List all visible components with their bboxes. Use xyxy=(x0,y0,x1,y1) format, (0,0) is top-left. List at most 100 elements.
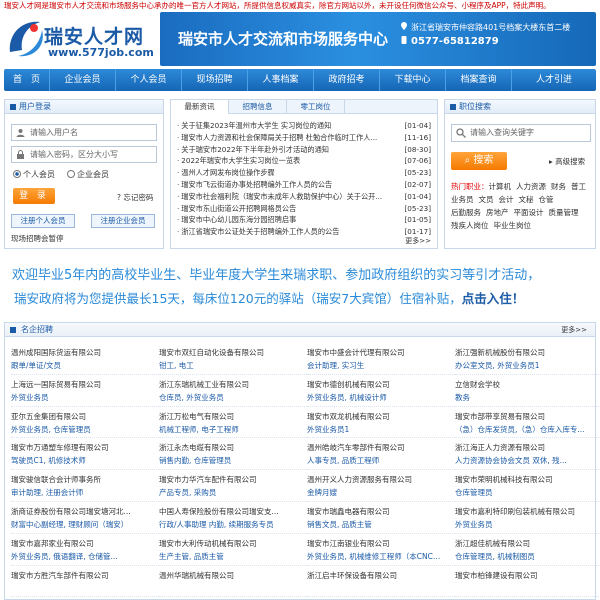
nav-download[interactable]: 下载中心 xyxy=(380,69,446,91)
graduate-promo-banner[interactable]: 欢迎毕业5年内的高校毕业生、毕业年度大学生来瑞求职、参加政府组织的实习等引才活动… xyxy=(4,256,596,316)
company-name[interactable]: 瑞安市大利传动机械有限公司 xyxy=(159,538,295,549)
company-name[interactable]: 瑞安骏信联合会计师事务所 xyxy=(11,474,147,485)
company-jobs[interactable]: 教务 xyxy=(455,392,591,403)
news-title[interactable]: 瑞安市社会福利院（瑞安市未成年人救助保护中心）关于公开... xyxy=(177,191,382,203)
company-name[interactable]: 浙江海正人力资源有限公司 xyxy=(455,442,591,453)
hot-job[interactable]: 质量管理 xyxy=(549,206,579,219)
password-input[interactable]: 请输入密码，区分大小写 xyxy=(11,146,157,163)
radio-company[interactable]: 企业会员 xyxy=(67,169,109,180)
site-logo[interactable]: 瑞安人才网 www.577job.com xyxy=(4,14,154,66)
company-jobs[interactable]: 财富中心副经理, 理财顾问（瑞安） xyxy=(11,519,147,530)
hot-job[interactable]: 后勤服务 xyxy=(451,206,481,219)
hot-job[interactable]: 平面设计 xyxy=(514,206,544,219)
company-name[interactable]: 浙商证券股份有限公司瑞安塘河北... xyxy=(11,506,147,517)
company-jobs[interactable]: 人事专员, 品质工程师 xyxy=(307,455,443,466)
company-name[interactable]: 浙江强新机械股份有限公司 xyxy=(455,347,591,358)
hot-job[interactable]: 文秘 xyxy=(519,193,534,206)
register-personal-button[interactable]: 注册个人会员 xyxy=(11,214,75,228)
news-item[interactable]: 浙江省瑞安市公证处关于招聘编外工作人员的公告[01-17] xyxy=(177,226,431,238)
company-jobs[interactable]: 销售文员, 品质主管 xyxy=(307,519,443,530)
company-name[interactable]: 瑞安市力华汽车配件有限公司 xyxy=(159,474,295,485)
forgot-password-link[interactable]: ? 忘记密码 xyxy=(117,192,153,203)
nav-talent-intro[interactable]: 人才引进 xyxy=(512,69,596,91)
company-item[interactable]: 温州皓岐汽车零部件有限公司 人事专员, 品质工程师 xyxy=(307,438,455,471)
news-item[interactable]: 瑞安市中心幼儿园东海分园招聘启事 [01-05] xyxy=(177,214,431,226)
hot-job[interactable]: 仓管 xyxy=(539,193,554,206)
login-button[interactable]: 登 录 xyxy=(13,188,55,204)
company-jobs[interactable]: 金牌月嫂 xyxy=(307,487,443,498)
hot-job[interactable]: 文员 xyxy=(479,193,494,206)
company-jobs[interactable]: 审计助理, 注册会计师 xyxy=(11,487,147,498)
promo-checkin-link[interactable]: 点击入住！ xyxy=(462,291,525,306)
news-item[interactable]: 温州人才网发布岗位操作步骤 [05-23] xyxy=(177,167,431,179)
company-item[interactable]: 瑞安市柏锋建设有限公司 xyxy=(455,566,600,598)
company-jobs[interactable]: 外贸业务员, 俄语翻译, 仓储管... xyxy=(11,551,147,562)
nav-archive-query[interactable]: 档案查询 xyxy=(446,69,512,91)
company-name[interactable]: 浙江永杰电缆有限公司 xyxy=(159,442,295,453)
company-name[interactable]: 温州皓岐汽车零部件有限公司 xyxy=(307,442,443,453)
register-company-button[interactable]: 注册企业会员 xyxy=(91,214,155,228)
radio-personal[interactable]: 个人会员 xyxy=(13,169,55,180)
hot-job[interactable]: 财务 xyxy=(551,180,566,193)
company-name[interactable]: 瑞安市江南银业有限公司 xyxy=(307,538,443,549)
keyword-search-input[interactable]: 请输入查询关键字 xyxy=(451,124,591,142)
news-title[interactable]: 瑞安市中心幼儿园东海分园招聘启事 xyxy=(177,214,296,226)
company-item[interactable]: 瑞安骏信联合会计师事务所 审计助理, 注册会计师 xyxy=(11,470,159,502)
company-jobs[interactable]: 产品专员, 采购员 xyxy=(159,487,295,498)
company-name[interactable]: 瑞安市双红自动化设备有限公司 xyxy=(159,347,295,358)
news-title[interactable]: 瑞安市人力资源和社会保障局关于招聘 杜勉合作临时工作人... xyxy=(177,132,377,144)
news-item[interactable]: 关于瑞安市2022年下半年赴外引才活动的通知 [08-30] xyxy=(177,144,431,156)
hot-job[interactable]: 毕业生岗位 xyxy=(494,219,532,232)
hot-job[interactable]: 房地产 xyxy=(486,206,509,219)
famous-more-link[interactable]: 更多>> xyxy=(561,323,587,337)
company-jobs[interactable]: 仓库管理员, 机械制图员 xyxy=(455,551,591,562)
company-jobs[interactable]: 外贸业务员, 机械设计师 xyxy=(307,392,443,403)
nav-personal-member[interactable]: 个人会员 xyxy=(116,69,182,91)
company-item[interactable]: 瑞安市嘉邦家业有限公司 外贸业务员, 俄语翻译, 仓储管... xyxy=(11,534,159,566)
nav-personnel-archive[interactable]: 人事档案 xyxy=(248,69,314,91)
company-name[interactable]: 瑞安市万通塑车修理有限公司 xyxy=(11,442,147,453)
hot-job[interactable]: 人力资源 xyxy=(516,180,546,193)
company-item[interactable]: 浙江东瑞机械工业有限公司 仓库员, 外贸业务员 xyxy=(159,375,307,407)
news-title[interactable]: 瑞安市东山街道公开招聘网格员公告 xyxy=(177,203,296,215)
company-name[interactable]: 瑞安市嘉利特印刷包装机械有限公司 xyxy=(455,506,591,517)
company-item[interactable]: 瑞安市力华汽车配件有限公司 产品专员, 采购员 xyxy=(159,470,307,502)
nav-home[interactable]: 首 页 xyxy=(4,69,50,91)
company-jobs[interactable]: 行政/人事助理 内勤, 续期服务专员 xyxy=(159,519,295,530)
company-item[interactable]: 瑞安市荣明机械科技有限公司 仓库管理员 xyxy=(455,470,600,502)
search-button[interactable]: ⌕ 搜索 xyxy=(451,152,507,170)
company-jobs[interactable]: 会计助理, 实习生 xyxy=(307,360,443,371)
company-item[interactable]: 瑞安市双红自动化设备有限公司 钳工, 电工 xyxy=(159,343,307,375)
news-more-link[interactable]: 更多>> xyxy=(405,236,431,246)
company-item[interactable]: 浙江永杰电缆有限公司 销售内勤, 仓库管理员 xyxy=(159,438,307,471)
company-name[interactable]: 浙江东瑞机械工业有限公司 xyxy=(159,379,295,390)
company-name[interactable]: 瑞安市嘉邦家业有限公司 xyxy=(11,538,147,549)
company-item[interactable]: 温州开义人力资源服务有限公司 金牌月嫂 xyxy=(307,470,455,502)
company-name[interactable]: 浙江万松电气有限公司 xyxy=(159,411,295,422)
company-item[interactable]: 立信财会学校 教务 xyxy=(455,375,600,407)
company-jobs[interactable]: 外贸业务员1 xyxy=(307,424,443,435)
company-item[interactable]: 瑞安市瑞鑫电器有限公司 销售文员, 品质主管 xyxy=(307,502,455,534)
nav-gov-exam[interactable]: 政府招考 xyxy=(314,69,380,91)
company-item[interactable]: 浙商证券股份有限公司瑞安塘河北... 财富中心副经理, 理财顾问（瑞安） xyxy=(11,502,159,534)
hot-job[interactable]: 残疾人岗位 xyxy=(451,219,489,232)
company-item[interactable]: 浙江启丰环保设备有限公司 xyxy=(307,566,455,598)
company-item[interactable]: 上海远一国际贸易有限公司 外贸业务员 xyxy=(11,375,159,407)
news-item[interactable]: 瑞安市飞云街道办事处招聘编外工作人员的公告 [02-07] xyxy=(177,179,431,191)
news-title[interactable]: 温州人才网发布岗位操作步骤 xyxy=(177,167,274,179)
nav-company-member[interactable]: 企业会员 xyxy=(50,69,116,91)
news-title[interactable]: 瑞安市飞云街道办事处招聘编外工作人员的公告 xyxy=(177,179,332,191)
company-jobs[interactable]: 外贸业务员 xyxy=(11,392,147,403)
company-item[interactable]: 中国人寿保险股份有限公司瑞安支... 行政/人事助理 内勤, 续期服务专员 xyxy=(159,502,307,534)
company-jobs[interactable]: 外贸业务员, 仓库管理员 xyxy=(11,424,147,435)
username-input[interactable]: 请输入用户名 xyxy=(11,124,157,141)
company-item[interactable]: 瑞安市方胜汽车部件有限公司 xyxy=(11,566,159,598)
news-item[interactable]: 瑞安市人力资源和社会保障局关于招聘 杜勉合作临时工作人... [11-16] xyxy=(177,132,431,144)
news-title[interactable]: 关于瑞安市2022年下半年赴外引才活动的通知 xyxy=(177,144,329,156)
company-item[interactable]: 温州成阳国际货运有限公司 跟单/单证/文员 xyxy=(11,343,159,375)
company-item[interactable]: 瑞安市万通塑车修理有限公司 驾驶员C1, 机修技术师 xyxy=(11,438,159,471)
news-title[interactable]: 浙江省瑞安市公证处关于招聘编外工作人员的公告 xyxy=(177,226,339,238)
company-item[interactable]: 温州华瑞机械有限公司 xyxy=(159,566,307,598)
news-item[interactable]: 瑞安市社会福利院（瑞安市未成年人救助保护中心）关于公开... [01-04] xyxy=(177,191,431,203)
company-item[interactable]: 瑞安市部带享贸易有限公司 （急）仓库发货员,（急）仓库入库专... xyxy=(455,407,600,439)
